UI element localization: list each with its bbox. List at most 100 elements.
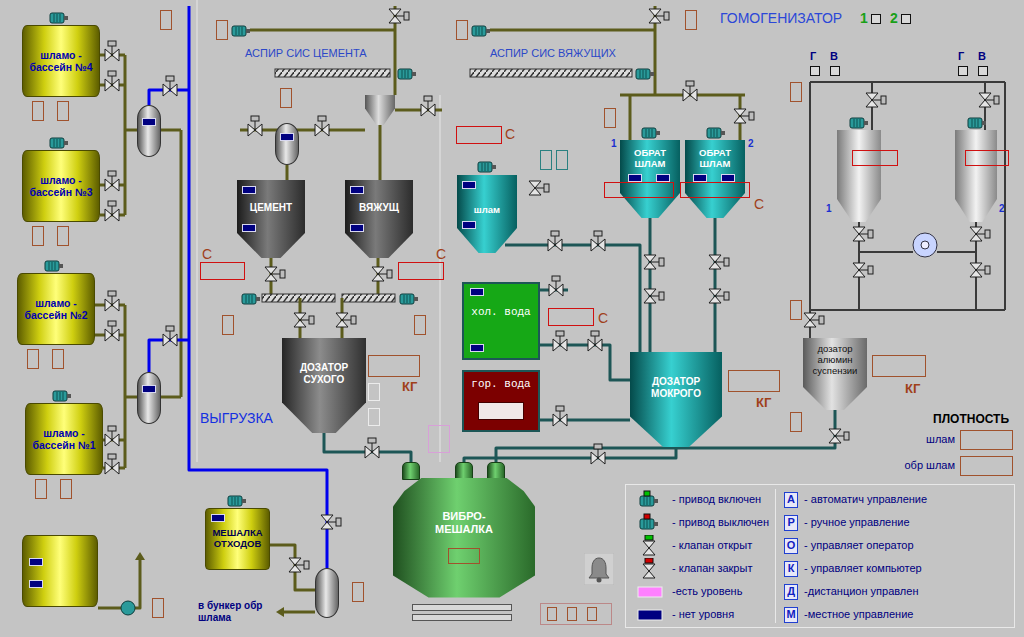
indicator-box[interactable] xyxy=(790,300,802,320)
valve-icon[interactable] xyxy=(591,231,605,251)
valve-icon[interactable] xyxy=(683,81,697,101)
pump-icon[interactable] xyxy=(913,233,937,257)
valve-icon[interactable] xyxy=(248,116,262,136)
indicator-box[interactable] xyxy=(280,88,292,108)
motor-icon[interactable] xyxy=(642,128,660,138)
valve-icon[interactable] xyxy=(321,515,341,529)
motor-icon[interactable] xyxy=(50,13,68,23)
valve-icon[interactable] xyxy=(548,231,562,251)
indicator-box[interactable] xyxy=(604,108,616,128)
indicator-box[interactable] xyxy=(152,598,164,618)
flag-toggle[interactable] xyxy=(978,66,988,76)
indicator-box[interactable] xyxy=(352,582,364,602)
valve-icon[interactable] xyxy=(365,438,379,458)
valve-icon[interactable] xyxy=(644,289,664,303)
valve-icon[interactable] xyxy=(853,263,873,277)
indicator-box[interactable] xyxy=(368,383,380,401)
motor-icon[interactable] xyxy=(398,69,416,79)
motor-icon[interactable] xyxy=(636,69,654,79)
valve-icon[interactable] xyxy=(970,263,990,277)
valve-icon[interactable] xyxy=(734,109,754,123)
indicator-box[interactable] xyxy=(57,101,69,121)
valve-icon[interactable] xyxy=(553,331,567,351)
indicator-box[interactable] xyxy=(27,349,39,369)
motor-icon[interactable] xyxy=(50,138,68,148)
indicator-box[interactable] xyxy=(414,315,426,335)
valve-icon[interactable] xyxy=(389,9,409,23)
indicator-box[interactable] xyxy=(216,20,228,40)
valve-icon[interactable] xyxy=(336,313,356,327)
valve-icon[interactable] xyxy=(591,444,605,464)
alarm-lamp[interactable] xyxy=(587,607,597,621)
valve-icon[interactable] xyxy=(829,429,849,443)
indicator-box[interactable] xyxy=(32,226,44,246)
indicator-box[interactable] xyxy=(540,150,552,170)
flag-toggle[interactable] xyxy=(810,66,820,76)
valve-icon[interactable] xyxy=(529,181,549,195)
valve-icon[interactable] xyxy=(553,406,567,426)
valve-icon[interactable] xyxy=(289,558,309,572)
valve-icon[interactable] xyxy=(979,93,999,107)
valve-icon[interactable] xyxy=(804,313,824,327)
valve-icon[interactable] xyxy=(105,454,119,474)
valve-icon[interactable] xyxy=(853,227,873,241)
flag-toggle[interactable] xyxy=(958,66,968,76)
mode-toggle[interactable] xyxy=(871,14,881,24)
mode-toggle[interactable] xyxy=(901,14,911,24)
valve-icon[interactable] xyxy=(709,289,729,303)
valve-icon[interactable] xyxy=(970,227,990,241)
motor-icon[interactable] xyxy=(53,391,71,401)
motor-icon[interactable] xyxy=(45,261,63,271)
valve-icon[interactable] xyxy=(421,96,435,116)
indicator-box[interactable] xyxy=(790,82,802,102)
motor-icon[interactable] xyxy=(472,26,490,36)
motor-icon[interactable] xyxy=(850,118,868,128)
level-indicator xyxy=(211,514,225,522)
motor-icon[interactable] xyxy=(478,162,496,172)
valve-icon[interactable] xyxy=(866,93,886,107)
motor-icon[interactable] xyxy=(232,26,250,36)
indicator-box[interactable] xyxy=(160,10,172,30)
valve-icon[interactable] xyxy=(105,71,119,91)
indicator-box[interactable] xyxy=(60,479,72,499)
valve-icon[interactable] xyxy=(372,267,392,281)
valve-icon[interactable] xyxy=(294,313,314,327)
valve-icon[interactable] xyxy=(549,276,563,296)
valve-icon[interactable] xyxy=(105,321,119,341)
alarm-lamp[interactable] xyxy=(547,607,557,621)
motor-icon[interactable] xyxy=(242,294,260,304)
valve-icon[interactable] xyxy=(105,41,119,61)
indicator-box[interactable] xyxy=(556,150,568,170)
motor-icon[interactable] xyxy=(400,294,418,304)
indicator-box[interactable] xyxy=(368,408,380,426)
indicator-box[interactable] xyxy=(685,10,697,30)
alarm-bell-icon[interactable] xyxy=(584,553,614,585)
pump-icon[interactable] xyxy=(121,601,135,615)
indicator-box[interactable] xyxy=(428,425,450,453)
flag-toggle[interactable] xyxy=(830,66,840,76)
indicator-box[interactable] xyxy=(790,412,802,432)
indicator-box[interactable] xyxy=(456,20,468,40)
indicator-box[interactable] xyxy=(52,349,64,369)
valve-icon[interactable] xyxy=(644,255,664,269)
valve-icon[interactable] xyxy=(105,171,119,191)
valve-icon[interactable] xyxy=(265,267,285,281)
indicator-box[interactable] xyxy=(35,479,47,499)
valve-icon[interactable] xyxy=(315,116,329,136)
valve-icon[interactable] xyxy=(105,291,119,311)
indicator-box[interactable] xyxy=(32,101,44,121)
indicator-box[interactable] xyxy=(57,226,69,246)
motor-icon[interactable] xyxy=(968,118,986,128)
valve-icon[interactable] xyxy=(588,331,602,351)
alarm-lamp[interactable] xyxy=(567,607,577,621)
valve-icon[interactable] xyxy=(105,201,119,221)
motor-icon[interactable] xyxy=(707,128,725,138)
indicator-box[interactable] xyxy=(222,315,234,335)
legend-text: -дистанцион управлен xyxy=(804,585,918,598)
motor-icon[interactable] xyxy=(228,496,246,506)
valve-icon[interactable] xyxy=(649,9,669,23)
valve-icon[interactable] xyxy=(105,426,119,446)
valve-icon[interactable] xyxy=(163,326,177,346)
valve-icon[interactable] xyxy=(709,255,729,269)
valve-icon[interactable] xyxy=(163,76,177,96)
